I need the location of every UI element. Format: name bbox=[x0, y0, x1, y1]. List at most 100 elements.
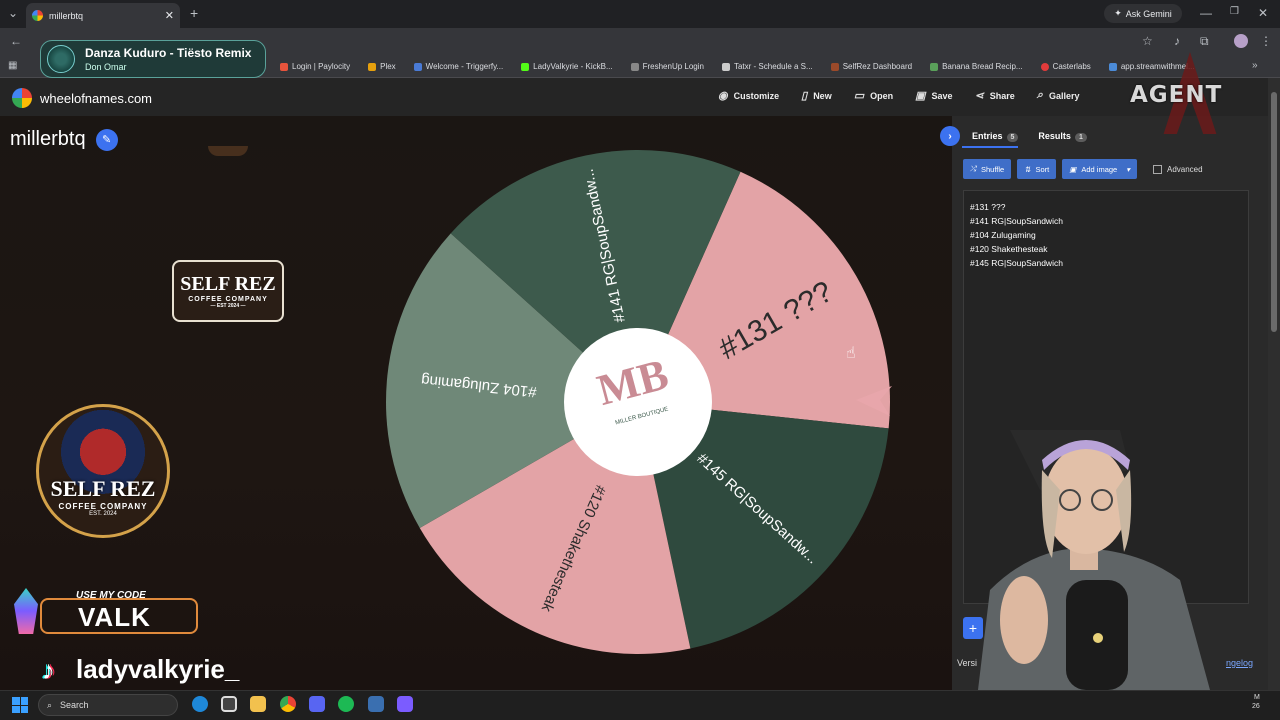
clock-date: 26 bbox=[1252, 703, 1260, 710]
logo-subtext: COFFEE COMPANY bbox=[188, 296, 268, 303]
bookmark-label: Plex bbox=[380, 62, 396, 71]
shuffle-icon: ⤮ bbox=[970, 164, 976, 173]
logo-est: — EST 2024 — bbox=[210, 303, 246, 309]
share-button[interactable]: ⋖ Share bbox=[975, 89, 1015, 102]
edge-icon[interactable] bbox=[192, 696, 208, 712]
advanced-checkbox[interactable] bbox=[1153, 164, 1162, 174]
entry-line: #120 Shakethesteak bbox=[970, 244, 1048, 254]
logo-text: SELF REZ bbox=[50, 476, 156, 501]
open-label: Open bbox=[870, 90, 894, 101]
back-icon[interactable]: ← bbox=[10, 34, 22, 48]
save-label: Save bbox=[931, 90, 953, 101]
bookmark-star-icon[interactable]: ☆ bbox=[1142, 34, 1153, 48]
file-explorer-icon[interactable] bbox=[250, 696, 266, 712]
crystal-icon bbox=[14, 588, 38, 634]
advanced-toggle[interactable]: Advanced bbox=[1153, 164, 1203, 174]
extensions-icon[interactable]: ⧉ bbox=[1200, 34, 1209, 49]
collapse-panel-icon[interactable]: › bbox=[940, 126, 960, 146]
windows-start-icon[interactable] bbox=[12, 697, 28, 713]
restore-icon[interactable]: ❐ bbox=[1230, 6, 1239, 17]
logo-est: EST. 2024 bbox=[89, 511, 117, 517]
store-icon[interactable] bbox=[221, 696, 237, 712]
minimize-icon[interactable]: — bbox=[1200, 6, 1212, 20]
media-icon[interactable]: ♪ bbox=[1174, 34, 1180, 48]
taskbar-search[interactable]: ⌕ Search bbox=[38, 694, 178, 716]
add-image-button[interactable]: ▣ Add image ▾ bbox=[1062, 159, 1137, 179]
profile-avatar[interactable] bbox=[1234, 34, 1248, 48]
cursor-hand-icon: ☝ bbox=[846, 343, 856, 362]
tab-close-icon[interactable]: ✕ bbox=[165, 9, 174, 22]
bookmark-label: FreshenUp Login bbox=[642, 62, 704, 71]
tatxr-icon bbox=[721, 62, 730, 71]
bookmark-item[interactable]: Banana Bread Recip... bbox=[930, 62, 1023, 71]
ask-gemini-button[interactable]: ✦ Ask Gemini bbox=[1104, 4, 1182, 23]
bookmark-label: Banana Bread Recip... bbox=[942, 62, 1023, 71]
mic-light bbox=[1093, 633, 1103, 643]
ask-gemini-label: Ask Gemini bbox=[1125, 8, 1172, 19]
edit-pencil-icon[interactable]: ✎ bbox=[95, 128, 118, 151]
entry-line: #131 ??? bbox=[970, 202, 1006, 212]
plex-icon bbox=[368, 62, 377, 71]
paylocity-icon bbox=[280, 62, 288, 71]
scrollbar-thumb[interactable] bbox=[1271, 92, 1277, 332]
now-playing-toast: Danza Kuduro - Tiësto Remix Don Omar bbox=[40, 40, 266, 78]
browser-tab[interactable]: millerbtq ✕ bbox=[26, 3, 180, 28]
chrome-icon[interactable] bbox=[280, 696, 296, 712]
bookmark-label: LadyValkyrie - KickB... bbox=[533, 62, 613, 71]
open-button[interactable]: ▭ Open bbox=[854, 89, 893, 102]
bookmark-item[interactable]: SelfRez Dashboard bbox=[830, 62, 912, 71]
decor-shape bbox=[208, 146, 248, 156]
bookmark-label: Login | Paylocity bbox=[292, 62, 351, 71]
promo-code-overlay: USE MY CODE VALK bbox=[14, 588, 198, 636]
window-close-icon[interactable]: ✕ bbox=[1258, 6, 1268, 20]
sort-button[interactable]: ⇅ Sort bbox=[1017, 159, 1057, 179]
spotify-icon[interactable] bbox=[338, 696, 354, 712]
app-icon[interactable] bbox=[397, 696, 413, 712]
site-logo[interactable]: wheelofnames.com bbox=[12, 88, 152, 108]
search-icon: ⌕ bbox=[47, 699, 53, 710]
promo-code-label: USE MY CODE bbox=[76, 590, 146, 601]
tab-entries[interactable]: Entries 5 bbox=[972, 131, 1019, 142]
save-button[interactable]: ▣ Save bbox=[915, 89, 952, 102]
new-button[interactable]: ▯ New bbox=[801, 89, 832, 102]
self-rez-logo-small: SELF REZ COFFEE COMPANY — EST 2024 — bbox=[172, 260, 284, 322]
bookmark-item[interactable]: Welcome - Triggerfy... bbox=[413, 62, 504, 71]
share-icon: ⋖ bbox=[974, 90, 984, 102]
customize-button[interactable]: ◉ Customize bbox=[718, 89, 779, 102]
sort-label: Sort bbox=[1035, 164, 1050, 174]
save-icon: ▣ bbox=[915, 90, 926, 102]
triggerfyre-icon bbox=[413, 62, 422, 71]
gallery-button[interactable]: ⌕ Gallery bbox=[1037, 89, 1080, 102]
bookmark-item[interactable]: Login | Paylocity bbox=[280, 62, 350, 71]
bookmark-label: Welcome - Triggerfy... bbox=[425, 62, 504, 71]
tab-results[interactable]: Results 1 bbox=[1038, 130, 1087, 142]
bookmark-item[interactable]: FreshenUp Login bbox=[630, 62, 704, 71]
menu-icon[interactable]: ⋮ bbox=[1260, 34, 1272, 48]
app-icon[interactable] bbox=[368, 696, 384, 712]
apps-grid-icon[interactable]: ▦ bbox=[8, 60, 17, 71]
bookmark-item[interactable]: Casterlabs bbox=[1040, 62, 1091, 71]
palette-icon: ◉ bbox=[718, 90, 728, 102]
bookmark-item[interactable]: Tatxr - Schedule a S... bbox=[721, 62, 813, 71]
discord-icon[interactable] bbox=[309, 696, 325, 712]
tab-list-icon[interactable]: ⌄ bbox=[8, 6, 18, 20]
song-title: Danza Kuduro - Tiësto Remix bbox=[85, 46, 252, 60]
entry-line: #104 Zulugaming bbox=[970, 230, 1036, 240]
bookmark-item[interactable]: LadyValkyrie - KickB... bbox=[521, 62, 613, 71]
sort-icon: ⇅ bbox=[1024, 164, 1031, 174]
entries-count-badge: 5 bbox=[1006, 132, 1019, 142]
favicon-icon bbox=[32, 10, 43, 21]
clock-time: M bbox=[1253, 694, 1260, 701]
tiktok-handle-text: ladyvalkyrie_ bbox=[76, 654, 240, 684]
shuffle-button[interactable]: ⤮ Shuffle bbox=[963, 159, 1012, 179]
customize-label: Customize bbox=[733, 90, 780, 101]
gallery-label: Gallery bbox=[1048, 90, 1080, 101]
tab-results-label: Results bbox=[1038, 130, 1071, 141]
wheel-logo-icon bbox=[12, 88, 32, 108]
spin-wheel[interactable]: #131 ???#145 RG|SoupSandw...#120 Shaketh… bbox=[376, 140, 900, 660]
new-tab-icon[interactable]: + bbox=[190, 5, 198, 21]
share-label: Share bbox=[989, 90, 1015, 101]
bookmark-item[interactable]: Plex bbox=[368, 62, 396, 71]
bookmark-label: Tatxr - Schedule a S... bbox=[733, 62, 813, 71]
new-label: New bbox=[813, 90, 832, 101]
